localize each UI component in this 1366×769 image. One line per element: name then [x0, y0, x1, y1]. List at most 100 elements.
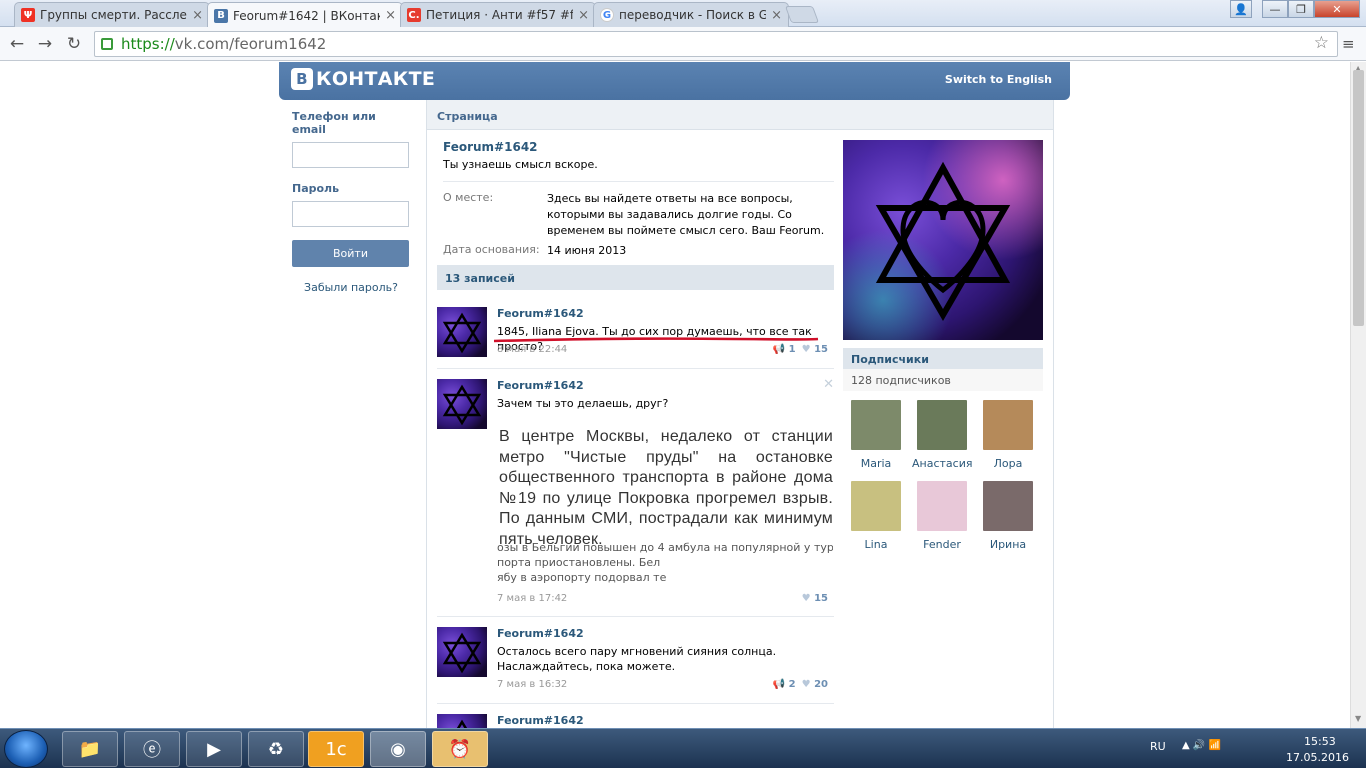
bookmark-star-icon[interactable]: ☆	[1314, 33, 1329, 53]
post-author-link[interactable]: Feorum#1642	[497, 714, 584, 727]
subscriber-name[interactable]: Анастасия	[912, 457, 972, 470]
like-button[interactable]: ♥ 15	[802, 593, 828, 604]
close-window-button[interactable]: ✕	[1314, 0, 1360, 18]
like-button[interactable]: ♥ 15	[802, 344, 828, 355]
tab-title: переводчик - Поиск в Go	[619, 8, 767, 22]
subscriber-name[interactable]: Lina	[846, 538, 906, 551]
forgot-password-link[interactable]: Забыли пароль?	[292, 281, 410, 294]
like-button[interactable]: ♥ 20	[802, 679, 828, 690]
page-cover-image[interactable]	[843, 140, 1043, 340]
subscriber-name[interactable]: Maria	[846, 457, 906, 470]
new-tab-button[interactable]	[784, 6, 820, 23]
post-date[interactable]: 7 мая в 17:42	[497, 593, 567, 604]
password-input[interactable]	[292, 201, 409, 227]
tray-icons[interactable]: ▲ 🔊 📶	[1182, 740, 1221, 751]
media-player-icon[interactable]: ▶	[186, 731, 242, 767]
post-thumbnail-image[interactable]	[437, 714, 487, 728]
close-post-icon[interactable]: ✕	[823, 377, 834, 392]
post-actions: 📢 2 ♥ 20	[773, 679, 828, 690]
heart-icon: ♥	[801, 679, 811, 690]
internet-explorer-icon[interactable]: ⓔ	[124, 731, 180, 767]
subscriber-item[interactable]: Анастасия	[912, 400, 972, 470]
red-underline-annotation	[493, 337, 819, 343]
vk-logo[interactable]: B КОНТАКТЕ	[291, 68, 435, 90]
post-date[interactable]: 8 мая в 22:44	[497, 344, 567, 355]
founded-row: Дата основания: 14 июня 2013	[437, 243, 834, 259]
post-thumbnail-image[interactable]	[437, 307, 487, 357]
megaphone-icon: 📢	[772, 679, 786, 690]
post-thumbnail-image[interactable]	[437, 627, 487, 677]
switch-language-link[interactable]: Switch to English	[945, 73, 1052, 86]
tab-close-icon[interactable]: ×	[192, 8, 203, 23]
clipping-text-line: ябу в аэропорту подорвал те	[497, 571, 667, 584]
subscriber-item[interactable]: Ирина	[978, 481, 1038, 551]
vk-logo-badge-icon: B	[291, 68, 313, 90]
login-button[interactable]: Войти	[292, 240, 409, 267]
explorer-icon[interactable]: 📁	[62, 731, 118, 767]
tab-close-icon[interactable]: ×	[771, 8, 782, 23]
minimize-button[interactable]: —	[1262, 0, 1288, 18]
1c-icon[interactable]: 1c	[308, 731, 364, 767]
posts-count-header[interactable]: 13 записей	[437, 265, 834, 290]
subscriber-item[interactable]: Maria	[846, 400, 906, 470]
clock-time[interactable]: 15:53	[1304, 735, 1336, 748]
page-section-header: Страница	[427, 100, 1053, 130]
post-author-link[interactable]: Feorum#1642	[497, 627, 584, 640]
vertical-scrollbar[interactable]: ▲ ▼	[1350, 62, 1366, 728]
avatar[interactable]	[917, 481, 967, 531]
subscriber-item[interactable]: Lina	[846, 481, 906, 551]
like-count: 20	[814, 679, 828, 690]
subscribers-header[interactable]: Подписчики	[843, 348, 1043, 369]
post-actions: ♥ 15	[802, 593, 828, 604]
user-profile-icon[interactable]: 👤	[1230, 0, 1252, 18]
chrome-menu-icon[interactable]: ≡	[1342, 35, 1355, 53]
tab-feorum-vk[interactable]: B Feorum#1642 | ВКонтакте ×	[207, 2, 403, 28]
scheduler-icon[interactable]: ⏰	[432, 731, 488, 767]
post-thumbnail-image[interactable]	[437, 379, 487, 429]
wall-post: Feorum#1642	[437, 714, 834, 728]
url-path: vk.com/feorum1642	[174, 35, 327, 53]
tab-close-icon[interactable]: ×	[578, 8, 589, 23]
avatar[interactable]	[851, 481, 901, 531]
scrollbar-thumb[interactable]	[1353, 70, 1364, 326]
language-indicator[interactable]: RU	[1150, 740, 1166, 753]
post-date[interactable]: 7 мая в 16:32	[497, 679, 567, 690]
subscriber-name[interactable]: Ирина	[978, 538, 1038, 551]
address-bar[interactable]: https://vk.com/feorum1642 ☆	[94, 31, 1338, 57]
subscriber-item[interactable]: Лора	[978, 400, 1038, 470]
reload-icon[interactable]: ↻	[63, 33, 85, 55]
subscribers-count[interactable]: 128 подписчиков	[843, 369, 1043, 391]
start-button[interactable]	[4, 730, 48, 768]
page-viewport: B КОНТАКТЕ Switch to English Телефон или…	[0, 62, 1350, 728]
tab-groups-of-death[interactable]: Ψ Группы смерти. Расследо ×	[14, 2, 210, 27]
tab-close-icon[interactable]: ×	[385, 8, 396, 23]
restore-button[interactable]: ❐	[1288, 0, 1314, 18]
subscriber-name[interactable]: Fender	[912, 538, 972, 551]
petition-favicon-icon: C.	[407, 8, 421, 22]
avatar[interactable]	[851, 400, 901, 450]
divider	[443, 181, 834, 182]
scroll-down-icon[interactable]: ▼	[1355, 714, 1361, 723]
app-icon[interactable]: ♻	[248, 731, 304, 767]
tab-petition[interactable]: C. Петиция · Анти #f57 #f58 ×	[400, 2, 596, 27]
repost-button[interactable]: 📢 2	[773, 679, 796, 690]
chrome-icon[interactable]: ◉	[370, 731, 426, 767]
about-row: О месте: Здесь вы найдете ответы на все …	[437, 191, 834, 239]
post-author-link[interactable]: Feorum#1642	[497, 307, 584, 320]
avatar[interactable]	[983, 481, 1033, 531]
wall-post: Feorum#1642 Осталось всего пару мгновени…	[437, 627, 834, 704]
forward-arrow-icon[interactable]: →	[34, 33, 56, 55]
back-arrow-icon[interactable]: ←	[6, 33, 28, 55]
avatar[interactable]	[917, 400, 967, 450]
post-author-link[interactable]: Feorum#1642	[497, 379, 584, 392]
tab-google-translate[interactable]: G переводчик - Поиск в Go ×	[593, 2, 789, 27]
tab-title: Feorum#1642 | ВКонтакте	[233, 8, 380, 23]
about-value: Здесь вы найдете ответы на все вопросы, …	[547, 192, 825, 237]
phone-input[interactable]	[292, 142, 409, 168]
vk-logo-text: КОНТАКТЕ	[316, 68, 436, 90]
clock-date[interactable]: 17.05.2016	[1286, 751, 1349, 764]
subscriber-name[interactable]: Лора	[978, 457, 1038, 470]
avatar[interactable]	[983, 400, 1033, 450]
repost-button[interactable]: 📢 1	[773, 344, 796, 355]
subscriber-item[interactable]: Fender	[912, 481, 972, 551]
